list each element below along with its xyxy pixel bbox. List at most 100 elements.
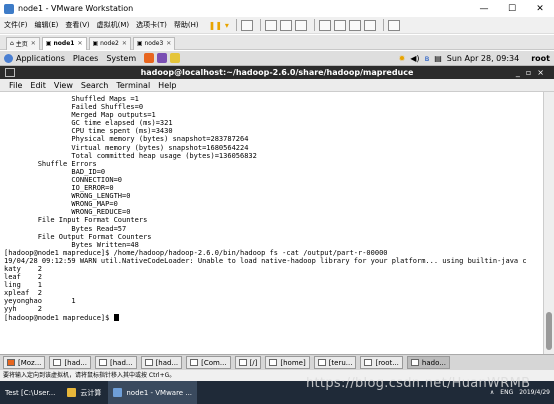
menu-view[interactable]: 查看(V)	[65, 20, 89, 30]
terminal-menubar: File Edit View Search Terminal Help	[0, 79, 554, 92]
taskbar-button-computer[interactable]: [Com...	[186, 356, 231, 369]
close-icon[interactable]: ✕	[31, 40, 36, 47]
taskbar-button-firefox[interactable]: [Moz...	[3, 356, 46, 369]
menu-vm[interactable]: 虚拟机(M)	[97, 20, 130, 30]
taskbar-button-terminal[interactable]: [teru...	[313, 356, 357, 369]
toolbar-separator	[313, 19, 315, 31]
taskbar-label: [teru...	[328, 358, 353, 367]
terminal-prompt: [hadoop@node1 mapreduce]$	[4, 313, 114, 322]
places-menu[interactable]: Places	[73, 54, 98, 63]
tab-label: 主页	[15, 41, 28, 48]
panel-datetime[interactable]: Sun Apr 28, 09:34	[447, 54, 519, 63]
firefox-icon[interactable]	[144, 53, 155, 63]
win-task-vmware[interactable]: node1 - VMware ...	[108, 381, 198, 404]
taskbar-label: hado...	[421, 358, 446, 367]
minimize-button[interactable]: —	[470, 4, 498, 14]
menu-tabs[interactable]: 选项卡(T)	[136, 20, 167, 30]
network-icon[interactable]: ▤	[434, 54, 442, 63]
terminal-menu-file[interactable]: File	[9, 81, 22, 90]
win-task-explorer[interactable]: Test [C:\User...	[0, 381, 60, 404]
maximize-button[interactable]: ☐	[498, 4, 526, 14]
snapshot-manager-icon[interactable]	[294, 19, 307, 31]
terminal-line: Shuffled Maps =1	[4, 95, 139, 103]
taskbar-button-root-folder[interactable]: [/]	[234, 356, 262, 369]
terminal-menu-edit[interactable]: Edit	[30, 81, 46, 90]
gnome-top-panel: Applications Places System ✹ ◀) ʙ ▤ Sun …	[0, 51, 554, 66]
terminal-line: Virtual memory (bytes) snapshot=16805642…	[4, 143, 249, 152]
folder-icon	[190, 359, 199, 366]
close-icon[interactable]: ✕	[77, 40, 82, 47]
terminal-icon	[410, 359, 419, 366]
terminal-title: hadoop@localhost:~/hadoop-2.6.0/share/ha…	[140, 68, 414, 77]
terminal-line: yyh 2	[4, 305, 42, 314]
taskbar-button-terminal[interactable]: [had...	[49, 356, 91, 369]
terminal-menu-view[interactable]: View	[54, 81, 73, 90]
close-icon[interactable]: ✕	[122, 40, 127, 47]
snapshot-icon[interactable]	[264, 19, 277, 31]
fullscreen-icon[interactable]	[348, 19, 361, 31]
menu-help[interactable]: 帮助(H)	[174, 20, 199, 30]
terminal-line: 19/04/28 09:12:59 WARN util.NativeCodeLo…	[4, 256, 527, 265]
close-button[interactable]: ✕	[526, 4, 554, 14]
terminal-menu-help[interactable]: Help	[158, 81, 176, 90]
terminal-line: GC time elapsed (ms)=321	[4, 119, 173, 128]
tab-node1[interactable]: ▣ node1 ✕	[41, 36, 87, 50]
send-ctrl-alt-del-icon[interactable]	[240, 19, 253, 31]
tab-node3[interactable]: ▣ node3 ✕	[132, 36, 176, 50]
library-icon[interactable]	[318, 19, 331, 31]
terminal-menu-terminal[interactable]: Terminal	[116, 81, 150, 90]
win-task-folder[interactable]: 云计算	[62, 381, 106, 404]
menu-edit[interactable]: 编辑(E)	[35, 20, 59, 30]
taskbar-button-terminal[interactable]: [had...	[94, 356, 137, 369]
taskbar-label: [home]	[280, 358, 306, 367]
terminal-icon	[53, 359, 62, 366]
terminal-line: Merged Map outputs=1	[4, 111, 156, 120]
pause-icon[interactable]: ❚❚ ▾	[209, 21, 229, 30]
notes-icon[interactable]	[170, 53, 181, 63]
taskbar-button-terminal[interactable]: [had...	[140, 356, 183, 369]
console-view-icon[interactable]	[387, 19, 400, 31]
terminal-window-controls[interactable]: _▫×	[516, 66, 550, 79]
terminal-prompt-line[interactable]: [hadoop@node1 mapreduce]$	[4, 313, 543, 322]
scrollbar-thumb[interactable]	[546, 312, 552, 350]
close-icon[interactable]: ✕	[166, 40, 171, 47]
bluetooth-icon[interactable]: ʙ	[425, 54, 430, 63]
revert-snapshot-icon[interactable]	[279, 19, 292, 31]
taskbar-button-active-terminal[interactable]: hado...	[406, 356, 450, 369]
volume-icon[interactable]: ◀)	[410, 54, 419, 63]
taskbar-label: [Com...	[201, 358, 227, 367]
system-menu[interactable]: System	[106, 54, 136, 63]
terminal-icon	[364, 359, 373, 366]
folder-icon	[67, 388, 77, 397]
thumbnail-icon[interactable]	[333, 19, 346, 31]
tab-label: node3	[144, 40, 164, 47]
status-text: 要将输入定向到该虚拟机，请将鼠标指针移入其中或按 Ctrl+G。	[3, 372, 176, 379]
terminal-line: Shuffle Errors	[4, 159, 97, 168]
taskbar-button-terminal[interactable]: [root...	[360, 356, 403, 369]
terminal-output[interactable]: Shuffled Maps =1 Failed Shuffles=0 Merge…	[0, 92, 543, 354]
terminal-line: BAD_ID=0	[4, 167, 106, 176]
email-icon[interactable]	[157, 53, 168, 63]
taskbar-label: [/]	[249, 358, 258, 367]
terminal-menu-search[interactable]: Search	[81, 81, 108, 90]
win-task-label: node1 - VMware ...	[126, 388, 193, 397]
vm-icon: ▣	[45, 40, 54, 47]
terminal-line: CONNECTION=0	[4, 175, 123, 184]
terminal-line: Failed Shuffles=0	[4, 103, 144, 112]
vmware-window-title: node1 - VMware Workstation	[18, 4, 134, 13]
menu-file[interactable]: 文件(F)	[4, 20, 28, 30]
applications-menu[interactable]: Applications	[16, 54, 65, 63]
vm-icon: ▣	[92, 40, 101, 47]
taskbar-button-home-folder[interactable]: [home]	[265, 356, 310, 369]
terminal-icon	[98, 359, 107, 366]
tab-node2[interactable]: ▣ node2 ✕	[88, 36, 131, 50]
watermark-text: https://blog.csdn.net/HuanWRMB	[306, 376, 531, 391]
terminal-scrollbar[interactable]	[543, 92, 554, 354]
terminal-line: WRONG_REDUCE=0	[4, 208, 131, 217]
update-icon[interactable]: ✹	[399, 54, 406, 63]
panel-user[interactable]: root	[531, 54, 550, 63]
terminal-line: katy 2	[4, 264, 42, 273]
tab-home[interactable]: ⌂ 主页 ✕	[6, 36, 40, 50]
folder-icon	[269, 359, 278, 366]
unity-icon[interactable]	[363, 19, 376, 31]
